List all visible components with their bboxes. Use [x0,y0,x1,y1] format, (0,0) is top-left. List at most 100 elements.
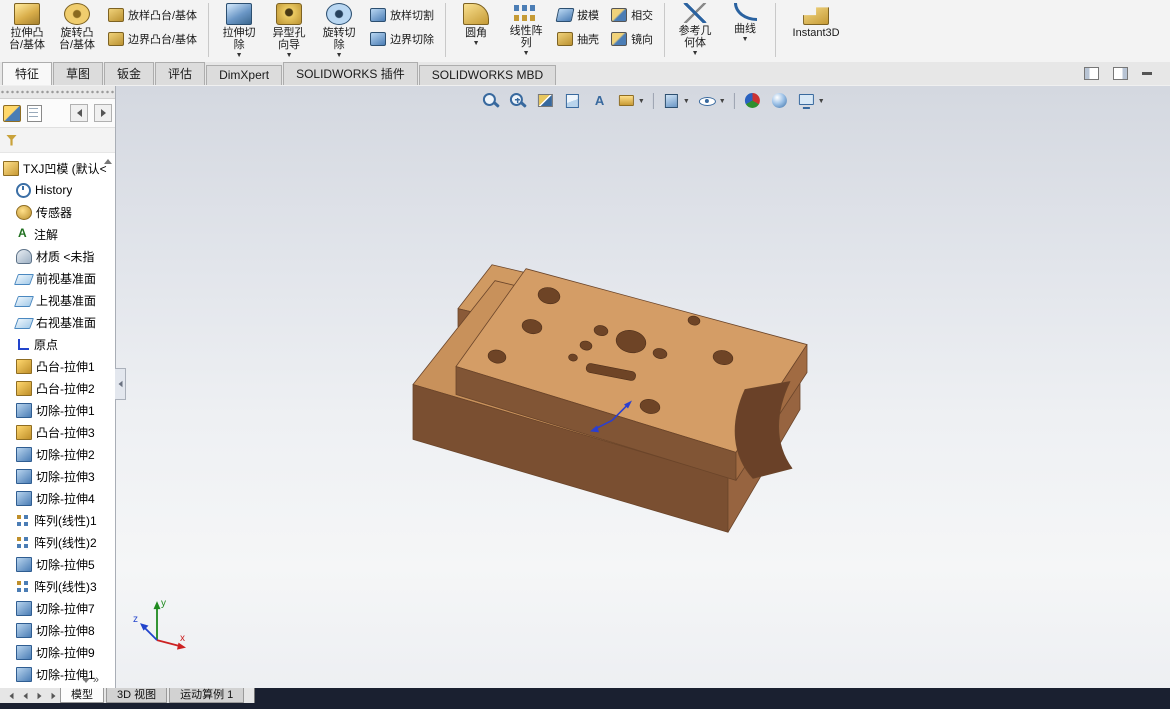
tree-item[interactable]: 右视基准面 [0,311,115,333]
view-toolbar-button[interactable]: ▼ [590,92,609,110]
expand-chevrons-icon[interactable]: » [93,675,99,685]
draft-button[interactable]: 拔模 [557,8,599,22]
document-tab[interactable]: 模型 [60,688,104,703]
boundary-boss-button[interactable]: 边界凸台/基体 [108,32,197,46]
previous-pane-icon[interactable] [1084,67,1099,80]
tree-item[interactable]: 切除-拉伸2 [0,443,115,465]
revolved-cut-button[interactable]: 旋转切除 ▼ [314,0,364,61]
panel-collapse-handle[interactable] [115,368,126,400]
tree-item[interactable]: 阵列(线性)3 [0,575,115,597]
instant3d-button[interactable]: Instant3D [781,0,851,61]
dropdown-arrow-icon[interactable]: ▼ [286,52,293,59]
tree-item[interactable]: 传感器 [0,201,115,223]
commandmanager-tab[interactable]: DimXpert [206,65,282,85]
previous-tab-button[interactable] [18,688,32,703]
extruded-cut-button[interactable]: 拉伸切除 ▼ [214,0,264,61]
first-tab-button[interactable] [4,688,18,703]
lofted-cut-button[interactable]: 放样切割 [370,8,434,22]
dropdown-arrow-icon[interactable]: ▼ [638,98,645,105]
tree-item[interactable]: 上视基准面 [0,289,115,311]
revolved-boss-button[interactable]: 旋转凸台/基体 ▼ [52,0,102,61]
hole-wizard-button[interactable]: 异型孔向导 ▼ [264,0,314,61]
commandmanager-tab[interactable]: 草图 [53,62,103,85]
model-viewport[interactable]: y x z [116,86,1170,688]
view-toolbar-button[interactable]: ▼ [662,92,690,110]
dropdown-arrow-icon[interactable]: ▼ [692,50,699,57]
view-toolbar-button[interactable]: ▼ [734,93,735,109]
graphics-area[interactable]: y x z ▼ ▼ [116,86,1170,688]
view-toolbar-button[interactable]: ▼ [563,92,582,110]
boundary-cut-button[interactable]: 边界切除 [370,32,434,46]
panel-forward-button[interactable] [94,104,112,122]
curves-button[interactable]: 曲线 ▼ [720,0,770,61]
panel-splitter-handle[interactable] [0,86,115,99]
left-arrow-icon [77,109,82,117]
tree-item[interactable]: 阵列(线性)1 [0,509,115,531]
view-toolbar-button[interactable]: ▼ [698,92,726,110]
tree-item[interactable]: 注解 [0,223,115,245]
tree-item[interactable]: 前视基准面 [0,267,115,289]
button-label: 旋转凸台/基体 [59,27,95,51]
view-toolbar-button[interactable]: ▼ [509,92,528,110]
tree-scroll-up-icon[interactable] [104,159,112,164]
document-tab[interactable]: 运动算例 1 [169,688,244,703]
featuremanager-tree-icon[interactable] [3,105,21,122]
linear-pattern-button[interactable]: 线性阵列 ▼ [501,0,551,61]
tree-item[interactable]: 切除-拉伸8 [0,619,115,641]
view-toolbar-button[interactable]: ▼ [617,92,645,110]
mirror-button[interactable]: 镜向 [611,32,653,46]
tree-item[interactable]: 凸台-拉伸3 [0,421,115,443]
dropdown-arrow-icon[interactable]: ▼ [719,98,726,105]
dropdown-arrow-icon[interactable]: ▼ [473,40,480,47]
tree-item[interactable]: 切除-拉伸3 [0,465,115,487]
tree-item[interactable]: 切除-拉伸7 [0,597,115,619]
intersect-icon [611,8,627,22]
dropdown-arrow-icon[interactable]: ▼ [236,52,243,59]
fillet-button[interactable]: 圆角 ▼ [451,0,501,61]
dropdown-arrow-icon[interactable]: ▼ [683,98,690,105]
tree-item[interactable]: 切除-拉伸5 [0,553,115,575]
commandmanager-tab[interactable]: 评估 [155,62,205,85]
tree-item[interactable]: History [0,179,115,201]
tree-item[interactable]: 切除-拉伸4 [0,487,115,509]
propertymanager-icon[interactable] [27,105,42,122]
commandmanager-tab[interactable]: SOLIDWORKS MBD [419,65,556,85]
dropdown-arrow-icon[interactable]: ▼ [818,98,825,105]
commandmanager-tab[interactable]: SOLIDWORKS 插件 [283,62,418,85]
next-pane-icon[interactable] [1113,67,1128,80]
tree-item[interactable]: 阵列(线性)2 [0,531,115,553]
view-toolbar-button[interactable]: ▼ [536,92,555,110]
annotation-views-icon [590,92,609,110]
intersect-button[interactable]: 相交 [611,8,653,22]
extruded-boss-button[interactable]: 拉伸凸台/基体 ▼ [2,0,52,61]
tree-item[interactable]: 原点 [0,333,115,355]
tree-item-icon [14,274,34,285]
tree-item[interactable]: 凸台-拉伸1 [0,355,115,377]
tree-item[interactable]: 切除-拉伸1 [0,399,115,421]
view-toolbar-button[interactable]: ▼ [797,92,825,110]
view-toolbar-button[interactable]: ▼ [653,93,654,109]
next-tab-button[interactable] [32,688,46,703]
commandmanager-tab[interactable]: 特征 [2,62,52,85]
view-toolbar-button[interactable]: ▼ [770,92,789,110]
tree-root-item[interactable]: TXJ凹模 (默认< [0,157,115,179]
minimize-ribbon-icon[interactable] [1142,72,1152,75]
shell-button[interactable]: 抽壳 [557,32,599,46]
commandmanager-tab[interactable]: 钣金 [104,62,154,85]
lofted-boss-button[interactable]: 放样凸台/基体 [108,8,197,22]
dropdown-arrow-icon[interactable]: ▼ [742,36,749,43]
dropdown-arrow-icon[interactable]: ▼ [523,50,530,57]
view-toolbar-button[interactable]: ▼ [482,92,501,110]
tree-filter-row[interactable] [0,128,115,153]
separator [734,93,735,109]
document-tab[interactable]: 3D 视图 [106,688,167,703]
tree-item[interactable]: 凸台-拉伸2 [0,377,115,399]
last-tab-button[interactable] [46,688,60,703]
tree-item[interactable]: 材质 <未指 [0,245,115,267]
reference-geometry-button[interactable]: 参考几何体 ▼ [670,0,720,61]
tree-item[interactable]: 切除-拉伸9 [0,641,115,663]
tree-scroll-down[interactable]: » [82,675,99,685]
panel-back-button[interactable] [70,104,88,122]
view-toolbar-button[interactable]: ▼ [743,92,762,110]
dropdown-arrow-icon[interactable]: ▼ [336,52,343,59]
